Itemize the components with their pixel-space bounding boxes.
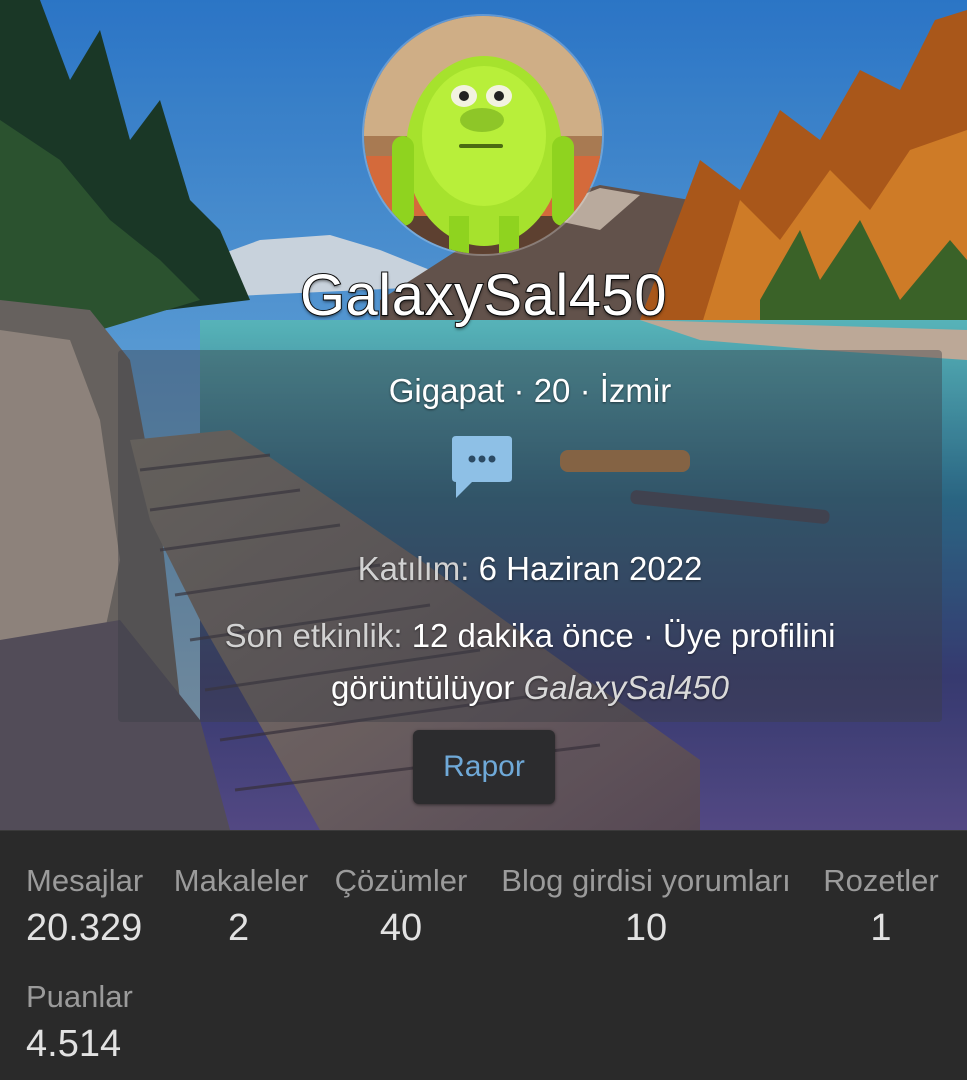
chat-bubble-icon <box>452 436 512 498</box>
stat-articles[interactable]: Makaleler 2 <box>168 863 314 950</box>
meta-separator: · <box>570 372 600 409</box>
stat-value: 4.514 <box>26 1023 122 1065</box>
profile-stats: Mesajlar 20.329 Makaleler 2 Çözümler 40 … <box>0 830 967 1080</box>
stat-points[interactable]: Puanlar 4.514 <box>26 979 133 1066</box>
user-age: 20 <box>533 372 571 409</box>
joined-value: 6 Haziran 2022 <box>478 550 703 587</box>
report-button[interactable]: Rapor <box>413 730 555 804</box>
activity-time: 12 dakika önce <box>411 617 634 654</box>
joined-label: Katılım: <box>357 550 470 587</box>
start-conversation-button[interactable] <box>450 434 514 500</box>
username: GalaxySal450 <box>299 262 668 329</box>
stat-value: 40 <box>379 907 423 949</box>
activity-label: Son etkinlik: <box>224 617 403 654</box>
user-location: İzmir <box>599 372 672 409</box>
stat-value: 10 <box>624 907 668 949</box>
stat-label: Makaleler <box>173 863 309 898</box>
stat-label: Çözümler <box>334 863 468 898</box>
stat-value: 1 <box>870 907 892 949</box>
avatar[interactable] <box>364 16 602 254</box>
stat-value: 2 <box>228 907 250 949</box>
joined-date: Katılım: 6 Haziran 2022 <box>118 550 942 588</box>
profile-info-panel: Gigapat · 20 · İzmir Katılım: 6 Haziran … <box>118 350 942 722</box>
user-title: Gigapat <box>388 372 505 409</box>
stat-label: Mesajlar <box>26 863 144 898</box>
stat-label: Rozetler <box>823 863 939 898</box>
stat-blog-comments[interactable]: Blog girdisi yorumları 10 <box>488 863 804 950</box>
last-activity: Son etkinlik: 12 dakika önce · Üye profi… <box>118 610 942 714</box>
stat-badges[interactable]: Rozetler 1 <box>818 863 944 950</box>
stat-label: Puanlar <box>26 979 133 1014</box>
profile-page: GalaxySal450 Gigapat · 20 · İzmir Katılı… <box>0 0 967 1080</box>
meta-separator: · <box>504 372 534 409</box>
stat-messages[interactable]: Mesajlar 20.329 <box>26 863 143 950</box>
avatar-image <box>364 16 602 254</box>
stat-label: Blog girdisi yorumları <box>501 863 791 898</box>
activity-target-link[interactable]: GalaxySal450 <box>524 669 729 706</box>
stat-solutions[interactable]: Çözümler 40 <box>328 863 474 950</box>
profile-meta: Gigapat · 20 · İzmir <box>118 372 942 410</box>
stat-value: 20.329 <box>26 907 143 949</box>
